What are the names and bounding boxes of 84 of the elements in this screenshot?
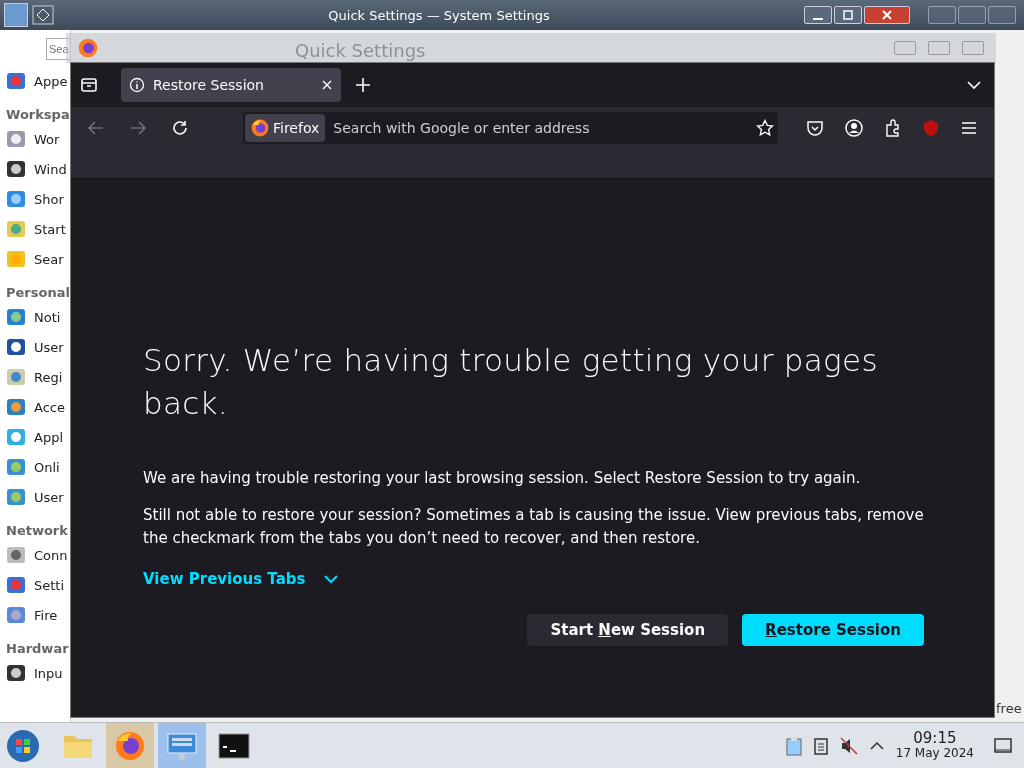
new-session-button[interactable]: Start New Session [527, 614, 729, 646]
app-icon [6, 337, 26, 357]
firefox-icon [78, 38, 98, 58]
new-tab-icon[interactable] [355, 77, 371, 93]
sidebar-item[interactable]: Fire [6, 600, 70, 630]
sidebar-item[interactable]: Sear [6, 244, 70, 274]
window-title: Quick Settings — System Settings [327, 7, 551, 23]
sidebar-heading: Personal [6, 284, 70, 300]
firefox-icon [251, 119, 269, 137]
search-field[interactable]: Sea [46, 38, 70, 60]
sidebar-heading: Network [6, 522, 68, 538]
sidebar-item[interactable]: Appl [6, 422, 70, 452]
sidebar-item[interactable]: Shor [6, 184, 70, 214]
app-icon [6, 129, 26, 149]
tab-list-icon[interactable] [79, 75, 99, 95]
pocket-icon[interactable] [806, 119, 824, 137]
forward-icon[interactable] [129, 119, 147, 137]
sidebar-item[interactable]: Onli [6, 452, 70, 482]
sidebar-item[interactable]: Conn [6, 540, 70, 570]
message-text: We are having trouble restoring your last browsing session. Select Restore Session to try again. [143, 468, 862, 489]
app-icon [6, 249, 26, 269]
app-icon [6, 575, 26, 595]
monitor-icon [166, 731, 198, 761]
sidebar-item[interactable]: Start [6, 214, 70, 244]
app-icon [6, 397, 26, 417]
folder-icon [63, 733, 93, 759]
app-icon [4, 3, 28, 27]
message-text: Still not able to restore your session? Sometimes a tab is causing the issue. View previous tabs, remove the checkmark from the tabs you don’t need to recover, and then restore. [143, 505, 924, 549]
app-icon [6, 605, 26, 625]
sidebar-item[interactable]: Wind [6, 154, 70, 184]
menu-icon[interactable] [960, 119, 978, 137]
app-icon [6, 427, 26, 447]
close-icon[interactable] [321, 79, 333, 91]
maximize-button[interactable] [834, 6, 862, 24]
pin-icon [32, 5, 54, 25]
muted-speaker-icon[interactable] [839, 737, 858, 755]
account-icon[interactable] [844, 118, 864, 138]
sidebar-item[interactable]: User [6, 332, 70, 362]
star-icon[interactable] [756, 119, 774, 137]
app-icon [6, 159, 26, 179]
app-icon [6, 189, 26, 209]
close-button[interactable] [864, 6, 910, 24]
app-icon [6, 71, 26, 91]
minimize-icon [813, 18, 823, 20]
desktop-icon[interactable] [994, 737, 1012, 755]
notes-icon[interactable] [813, 737, 828, 755]
minimize-button[interactable] [804, 6, 832, 24]
firefox-icon [115, 731, 145, 761]
clipboard-icon[interactable] [785, 736, 802, 756]
address-field[interactable]: Search with Google or enter address [325, 120, 756, 136]
sidebar-item[interactable]: Inpu [6, 658, 70, 688]
status-text: free [996, 701, 1022, 716]
sidebar-item[interactable]: Appe [6, 66, 70, 96]
back-icon[interactable] [87, 119, 105, 137]
browser-tab[interactable]: Restore Session [121, 68, 341, 102]
sidebar-heading: Workspa [6, 106, 70, 122]
identity-label[interactable]: Firefox [245, 114, 326, 142]
error-heading: Sorry. We’re having trouble getting your pages back. [143, 341, 879, 423]
sidebar-item[interactable]: Regi [6, 362, 70, 392]
sidebar-heading: Hardwar [6, 640, 69, 656]
view-previous-tabs-link[interactable]: View Previous Tabs [143, 570, 340, 588]
info-icon [129, 77, 145, 93]
app-icon [6, 663, 26, 683]
sidebar-item[interactable]: Wor [6, 124, 70, 154]
sidebar-item[interactable]: Setti [6, 570, 70, 600]
close-icon [882, 10, 892, 20]
app-icon [6, 487, 26, 507]
clock[interactable]: 09:15 17 May 2024 [895, 731, 974, 761]
reload-icon[interactable] [171, 119, 189, 137]
sidebar-item[interactable]: User [6, 482, 70, 512]
page-title: Quick Settings [295, 40, 426, 61]
puzzle-icon[interactable] [884, 119, 902, 137]
app-icon [6, 367, 26, 387]
sidebar-item[interactable]: Noti [6, 302, 70, 332]
app-icon [6, 545, 26, 565]
maximize-icon [843, 10, 853, 20]
start-menu-icon[interactable] [6, 729, 40, 763]
app-icon [6, 457, 26, 477]
address-bar[interactable]: Firefox Search with Google or enter address [243, 112, 778, 144]
restore-button[interactable]: Restore Session [742, 614, 924, 646]
terminal-icon [218, 733, 250, 759]
sidebar-item[interactable]: Acce [6, 392, 70, 422]
app-icon [6, 219, 26, 239]
app-icon [6, 307, 26, 327]
